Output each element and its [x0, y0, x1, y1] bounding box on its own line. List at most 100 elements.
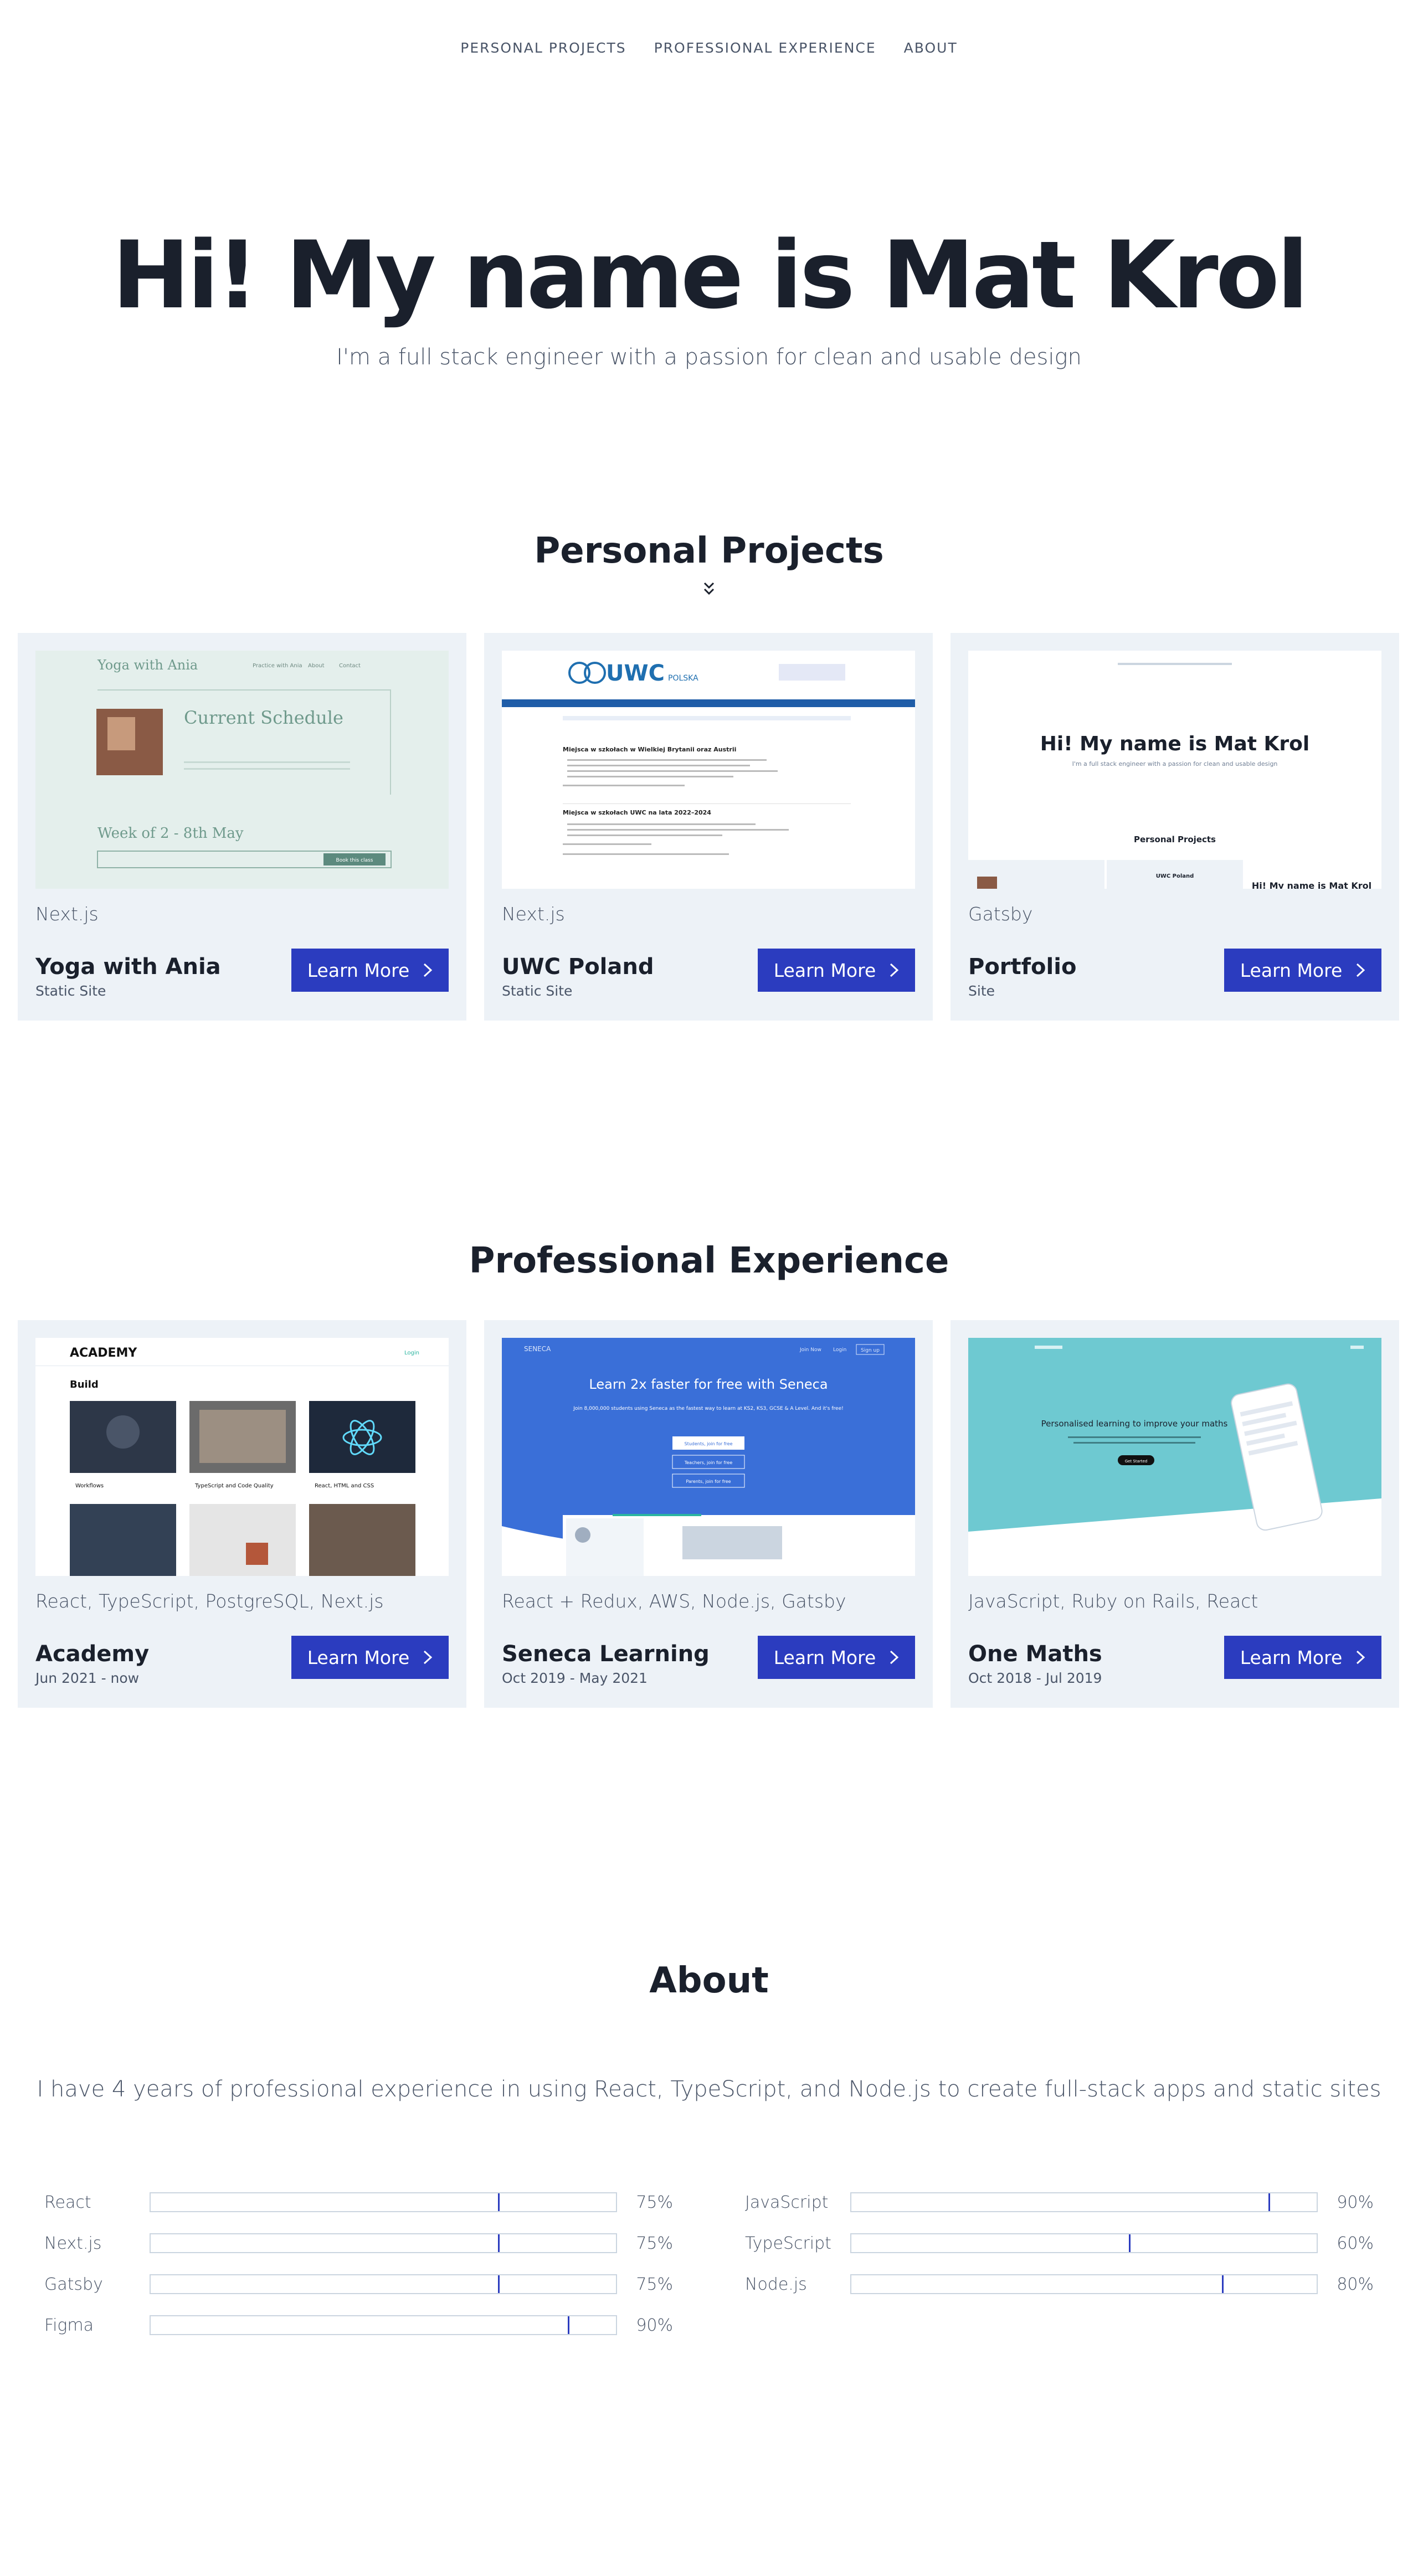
- yoga-brand: Yoga with Ania: [97, 657, 198, 673]
- project-type: Static Site: [35, 983, 106, 999]
- about-text: I have 4 years of professional experienc…: [37, 2077, 1381, 2102]
- skill-percent: 60%: [1337, 2233, 1374, 2253]
- learn-more-button[interactable]: Learn More: [758, 949, 915, 992]
- project-name: Portfolio: [968, 954, 1077, 980]
- learn-more-button[interactable]: Learn More: [758, 1636, 915, 1679]
- svg-text:SENECA: SENECA: [524, 1345, 551, 1353]
- experience-card-seneca: SENECA Join Now Login Sign up Learn 2x f…: [484, 1320, 933, 1708]
- experience-name: Seneca Learning: [502, 1641, 710, 1667]
- experience-name: One Maths: [968, 1641, 1102, 1667]
- learn-more-button[interactable]: Learn More: [291, 1636, 449, 1679]
- hero-subtitle: I'm a full stack engineer with a passion…: [336, 344, 1082, 370]
- chevron-right-icon: [890, 1650, 899, 1665]
- skills-right-column: JavaScript 90% TypeScript 60% Node.js 80…: [745, 2182, 1374, 2346]
- hero-title: Hi! My name is Mat Krol: [112, 221, 1308, 329]
- svg-text:About: About: [308, 663, 325, 669]
- skill-row: Next.js 75%: [44, 2223, 673, 2264]
- uwc-screenshot: UWC POLSKA Miejsca w szkołach w Wielkiej…: [502, 651, 915, 889]
- skill-row: Gatsby 75%: [44, 2264, 673, 2305]
- chevron-right-icon: [424, 963, 433, 977]
- skill-bar: [150, 2192, 618, 2212]
- skill-name: React: [44, 2192, 91, 2212]
- seneca-thumbnail: SENECA Join Now Login Sign up Learn 2x f…: [502, 1338, 915, 1576]
- skill-bar-marker: [151, 2234, 500, 2252]
- top-nav: PERSONAL PROJECTS PROFESSIONAL EXPERIENC…: [0, 40, 1418, 56]
- skill-bar: [850, 2192, 1318, 2212]
- skills-left-column: React 75% Next.js 75% Gatsby 75% Figma 9…: [44, 2182, 673, 2346]
- svg-text:Hi! My name is Mat Krol: Hi! My name is Mat Krol: [1040, 733, 1310, 755]
- personal-projects-title: Personal Projects: [534, 530, 884, 571]
- nav-about[interactable]: ABOUT: [904, 40, 958, 56]
- skill-bar: [850, 2233, 1318, 2253]
- professional-experience-title: Professional Experience: [469, 1240, 949, 1281]
- project-tech: Next.js: [35, 903, 99, 925]
- chevron-right-icon: [890, 963, 899, 977]
- svg-text:Teachers, join for free: Teachers, join for free: [684, 1460, 733, 1465]
- skill-bar-marker: [851, 2275, 1224, 2293]
- double-chevron-down-icon[interactable]: [702, 581, 716, 597]
- about-title: About: [649, 1960, 769, 2001]
- skill-bar: [150, 2315, 618, 2335]
- svg-text:Workflows: Workflows: [75, 1483, 104, 1489]
- svg-text:Students, join for free: Students, join for free: [684, 1441, 732, 1446]
- svg-text:React, HTML and CSS: React, HTML and CSS: [315, 1483, 374, 1489]
- nav-personal-projects[interactable]: PERSONAL PROJECTS: [460, 40, 626, 56]
- skill-percent: 80%: [1337, 2274, 1374, 2294]
- seneca-screenshot: SENECA Join Now Login Sign up Learn 2x f…: [502, 1338, 915, 1576]
- svg-text:Personal Projects: Personal Projects: [1134, 834, 1216, 844]
- nav-professional-experience[interactable]: PROFESSIONAL EXPERIENCE: [654, 40, 876, 56]
- project-tech: Next.js: [502, 903, 565, 925]
- svg-text:Parents, join for free: Parents, join for free: [686, 1479, 731, 1484]
- yoga-screenshot: Yoga with Ania Practice with Ania About …: [35, 651, 449, 889]
- svg-text:POLSKA: POLSKA: [668, 674, 698, 683]
- skill-name: Next.js: [44, 2233, 102, 2253]
- academy-screenshot: ACADEMY Login Build Workflows TypeScript…: [35, 1338, 449, 1576]
- skill-row: Node.js 80%: [745, 2264, 1374, 2305]
- skill-bar-marker: [151, 2275, 500, 2293]
- svg-text:Miejsca w szkołach w Wielkiej: Miejsca w szkołach w Wielkiej Brytanii o…: [563, 746, 736, 753]
- experience-tech: React, TypeScript, PostgreSQL, Next.js: [35, 1590, 384, 1612]
- svg-text:Miejsca w szkołach UWC na lata: Miejsca w szkołach UWC na lata 2022–2024: [563, 809, 711, 816]
- experience-name: Academy: [35, 1641, 150, 1667]
- chevron-right-icon: [424, 1650, 433, 1665]
- project-card-portfolio: Hi! My name is Mat Krol I'm a full stack…: [951, 633, 1399, 1021]
- svg-text:Book this class: Book this class: [336, 858, 373, 863]
- svg-text:Sign up: Sign up: [861, 1348, 880, 1353]
- skill-bar: [150, 2233, 618, 2253]
- svg-text:Join 8,000,000 students using: Join 8,000,000 students using Seneca as …: [573, 1406, 843, 1411]
- skill-bar-marker: [851, 2193, 1271, 2211]
- experience-dates: Oct 2018 - Jul 2019: [968, 1670, 1102, 1686]
- svg-text:Hi! My name is Mat Krol: Hi! My name is Mat Krol: [1252, 880, 1371, 889]
- project-tech: Gatsby: [968, 903, 1033, 925]
- portfolio-thumbnail: Hi! My name is Mat Krol I'm a full stack…: [968, 651, 1381, 889]
- skill-name: Node.js: [745, 2274, 807, 2294]
- skill-percent: 75%: [636, 2274, 673, 2294]
- svg-text:Build: Build: [70, 1379, 99, 1390]
- learn-more-button[interactable]: Learn More: [291, 949, 449, 992]
- learn-more-button[interactable]: Learn More: [1224, 1636, 1381, 1679]
- svg-text:Practice with Ania: Practice with Ania: [253, 663, 302, 669]
- experience-card-onemaths: Personalised learning to improve your ma…: [951, 1320, 1399, 1708]
- experience-tech: React + Redux, AWS, Node.js, Gatsby: [502, 1590, 846, 1612]
- svg-text:TypeScript and Code Quality: TypeScript and Code Quality: [194, 1483, 274, 1489]
- svg-text:Week of 2 - 8th May: Week of 2 - 8th May: [97, 825, 244, 842]
- learn-more-button[interactable]: Learn More: [1224, 949, 1381, 992]
- skill-name: TypeScript: [745, 2233, 831, 2253]
- skill-row: TypeScript 60%: [745, 2223, 1374, 2264]
- skill-bar: [150, 2274, 618, 2294]
- uwc-thumbnail: UWC POLSKA Miejsca w szkołach w Wielkiej…: [502, 651, 915, 889]
- professional-experience-cards: ACADEMY Login Build Workflows TypeScript…: [18, 1320, 1400, 1708]
- svg-text:ACADEMY: ACADEMY: [70, 1346, 137, 1360]
- svg-text:Current Schedule: Current Schedule: [184, 707, 343, 728]
- personal-projects-cards: Yoga with Ania Practice with Ania About …: [18, 633, 1400, 1021]
- skill-percent: 75%: [636, 2233, 673, 2253]
- svg-text:Learn 2x faster for free with: Learn 2x faster for free with Seneca: [589, 1377, 828, 1392]
- skill-percent: 75%: [636, 2192, 673, 2212]
- skill-name: JavaScript: [745, 2192, 829, 2212]
- svg-text:UWC Poland: UWC Poland: [1156, 873, 1194, 879]
- skill-row: React 75%: [44, 2182, 673, 2223]
- skill-row: JavaScript 90%: [745, 2182, 1374, 2223]
- experience-dates: Jun 2021 - now: [35, 1670, 140, 1686]
- academy-thumbnail: ACADEMY Login Build Workflows TypeScript…: [35, 1338, 449, 1576]
- project-type: Static Site: [502, 983, 573, 999]
